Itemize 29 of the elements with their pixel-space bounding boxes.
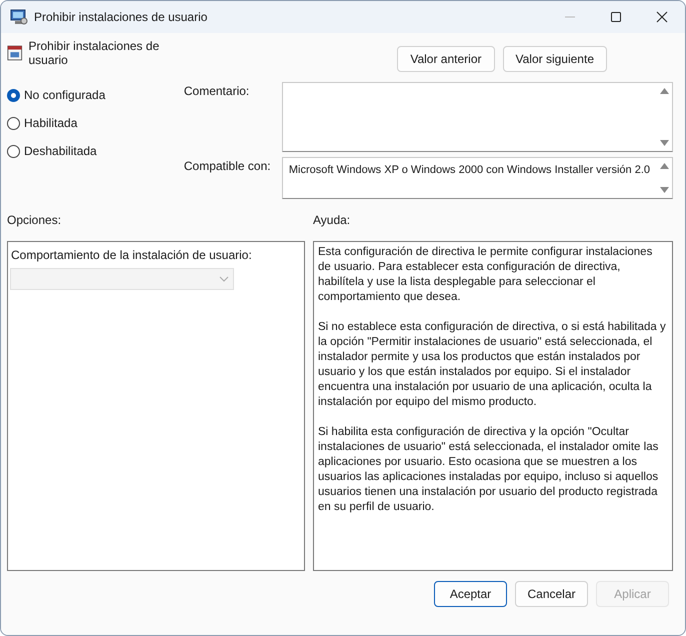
- help-label: Ayuda:: [313, 213, 352, 229]
- options-label: Opciones:: [7, 213, 62, 229]
- help-paragraph: Si no establece esta configuración de directiva, o si está habilitada y la opción "Permitir instalaciones de usuario" está seleccionada, el instalador permite y usa los productos que están instalados por usuario y los que están instalados por equipo. Si el instalador encuentra una instalación por usuario de una aplicación, oculta la instalación por equipo del mismo producto.: [318, 320, 667, 410]
- ok-button[interactable]: Aceptar: [434, 581, 507, 607]
- radio-circle[interactable]: [7, 88, 20, 102]
- help-paragraph: Esta configuración de directiva le permite configurar instalaciones de usuario. Para establecer esta configuración de directiva, habilítela y use la lista desplegable para seleccionar el comportamiento que desea.: [318, 245, 654, 305]
- scroll-up-icon[interactable]: [660, 163, 668, 169]
- comment-field[interactable]: [282, 82, 673, 152]
- scroll-down-icon[interactable]: [660, 187, 668, 193]
- window-title: Prohibir instalaciones de usuario: [34, 10, 208, 24]
- radio-button[interactable]: Deshabilitada: [7, 143, 178, 159]
- previous-button[interactable]: Valor anterior: [397, 46, 494, 72]
- radio-button[interactable]: No configurada: [7, 87, 178, 103]
- scroll-up-icon[interactable]: [660, 88, 668, 94]
- radio-circle[interactable]: [7, 144, 20, 158]
- radio-circle[interactable]: [7, 116, 20, 130]
- option-label: Comportamiento de la instalación de usuario:: [10, 248, 253, 262]
- policy-icon: [7, 44, 22, 62]
- cancel-button[interactable]: Cancelar: [515, 581, 588, 607]
- compatible-label: Compatible con:: [182, 158, 272, 175]
- help-paragraph: Si habilita esta configuración de directiva y la opción "Ocultar instalaciones de usuario" está seleccionada, el instalador omite las aplicaciones por usuario. Esto ocasiona que se muestren a los usuarios las aplicaciones instaladas por equipo, incluso si aquellos usuarios tienen una instalación por usuario del producto registrada en su perfil de usuario.: [318, 425, 660, 515]
- policy-title: Prohibir instalaciones de usuario: [28, 39, 160, 67]
- chevron-down-icon: [219, 276, 229, 282]
- computer-icon: [10, 9, 28, 25]
- comment-label: Comentario:: [182, 83, 250, 100]
- compatible-text: Microsoft Windows XP o Windows 2000 con Windows Installer versión 2.0: [288, 164, 650, 176]
- scroll-down-icon[interactable]: [660, 140, 668, 146]
- radio-button[interactable]: Habilitada: [7, 115, 178, 131]
- next-button[interactable]: Valor siguiente: [502, 46, 607, 72]
